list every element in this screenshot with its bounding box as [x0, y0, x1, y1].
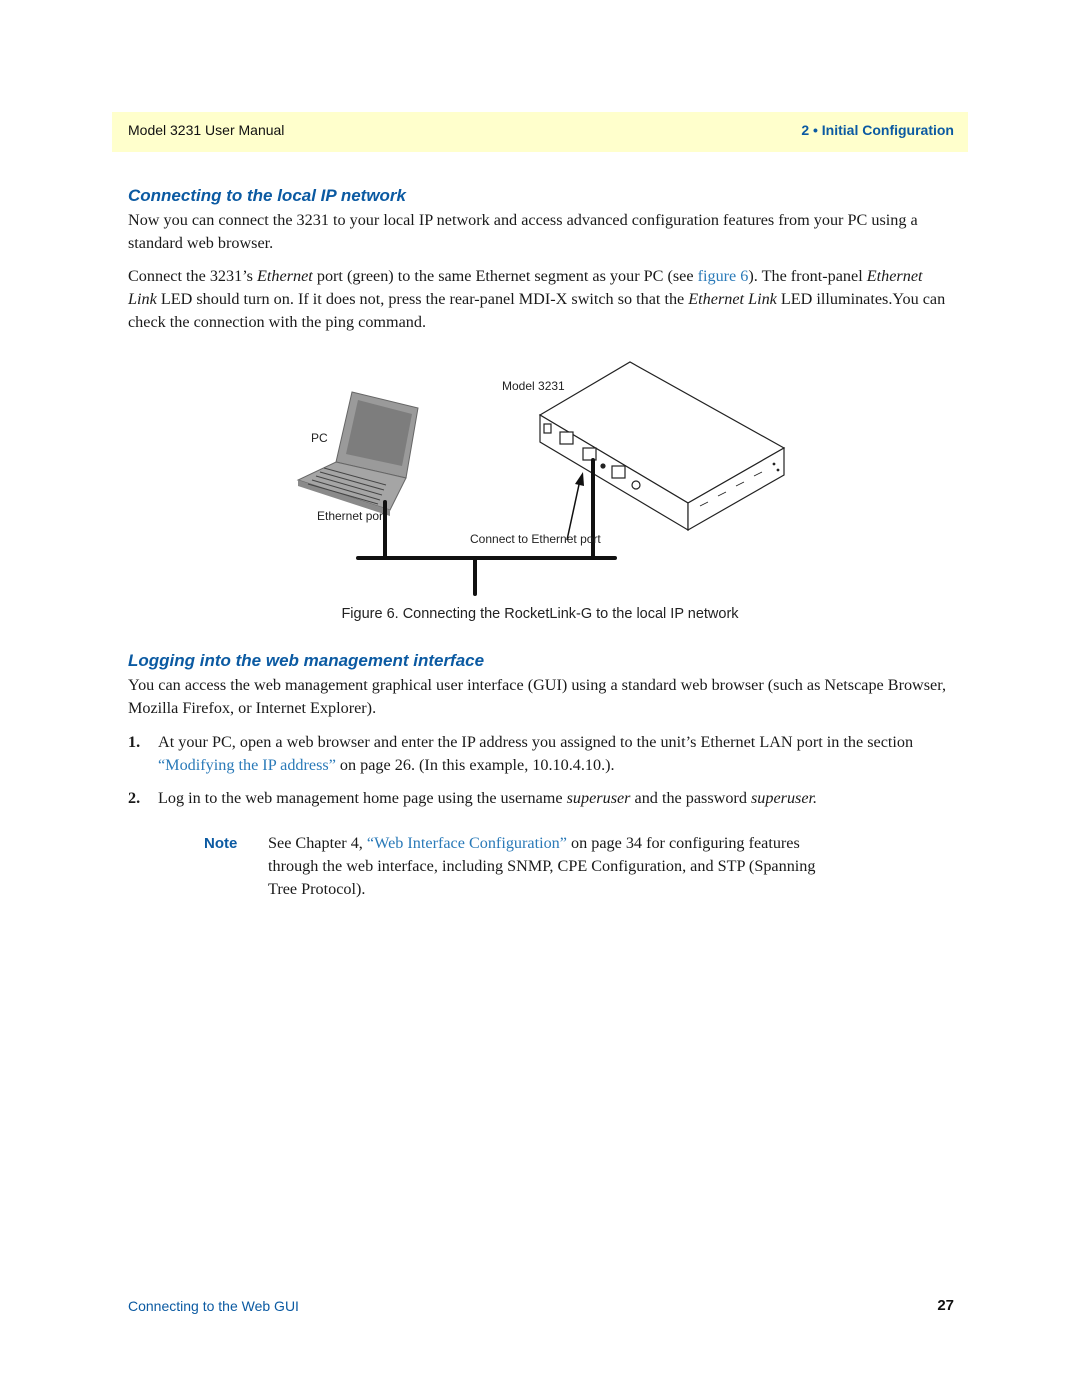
laptop-icon [296, 391, 419, 516]
paragraph-logging-intro: You can access the web management graphi… [128, 676, 947, 717]
page-number: 27 [937, 1297, 954, 1314]
running-header: Model 3231 User Manual 2 • Initial Confi… [112, 112, 968, 152]
paragraph-connect: Connect the 3231’s Ethernet port (green)… [128, 267, 946, 331]
figure-6-link[interactable]: figure 6 [698, 267, 749, 285]
chapter-title: 2 • Initial Configuration [801, 122, 954, 138]
section-heading-logging: Logging into the web management interfac… [128, 651, 485, 670]
note-block: Note See Chapter 4, “Web Interface Confi… [204, 834, 816, 898]
section-heading-connecting: Connecting to the local IP network [128, 186, 407, 205]
step-number: 1. [128, 733, 141, 751]
device-ethernet-port-label: Connect to Ethernet port [470, 532, 601, 546]
step-2: 2. Log in to the web management home pag… [128, 787, 958, 810]
pc-label: PC [311, 431, 328, 445]
figure-caption: Figure 6. Connecting the RocketLink-G to… [341, 606, 739, 622]
modifying-ip-address-link[interactable]: “Modifying the IP address” [158, 756, 336, 774]
step-number: 2. [128, 789, 141, 807]
note-label: Note [204, 835, 238, 852]
model-3231-device-icon [538, 361, 786, 532]
paragraph-intro: Now you can connect the 3231 to your loc… [128, 211, 918, 252]
step-1: 1. At your PC, open a web browser and en… [128, 733, 914, 774]
network-diagram: PC Ethernet port Model 3231 Connect to E… [296, 361, 786, 596]
web-interface-configuration-link[interactable]: “Web Interface Configuration” [367, 834, 567, 852]
manual-title: Model 3231 User Manual [128, 122, 285, 138]
footer-section-title: Connecting to the Web GUI [128, 1298, 299, 1314]
device-label: Model 3231 [502, 379, 565, 393]
arrow-icon [566, 472, 584, 541]
pc-ethernet-port-label: Ethernet port [317, 509, 387, 523]
